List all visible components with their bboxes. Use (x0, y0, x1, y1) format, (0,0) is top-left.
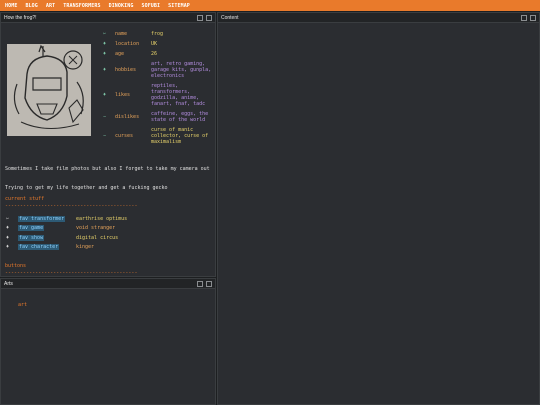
minimize-button[interactable] (521, 14, 527, 21)
fav-value: void stranger (76, 225, 116, 231)
info-key: dislikes (115, 114, 140, 120)
info-value: caffeine, eggs, the state of the world (151, 111, 209, 123)
info-row-dislikes: − dislikes caffeine, eggs, the state of … (103, 111, 213, 123)
nav-transformers[interactable]: TRANSFORMERS (63, 3, 100, 9)
fav-row-character: ♦ fav character kinger (6, 243, 186, 252)
nav-sitemap[interactable]: SITEMAP (168, 3, 190, 9)
diamond-icon: ♦ (6, 244, 10, 250)
profile-sketch-image (7, 44, 91, 136)
fav-value: earthrise optimus (76, 215, 128, 222)
fav-row-show: ♦ fav show digital circus (6, 233, 186, 242)
scissors-icon: ✂ (103, 31, 107, 37)
bio-paragraph-1: Sometimes I take film photos but also I … (5, 166, 210, 172)
top-nav: HOME BLOG ART TRANSFORMERS DINOKING SOFU… (0, 0, 540, 11)
diamond-icon: ♦ (103, 51, 107, 57)
diamond-icon: ♦ (103, 41, 107, 47)
info-value: 26 (151, 51, 158, 57)
info-row-hobbies: ♦ hobbies art, retro gaming, garage kits… (103, 61, 213, 79)
arts-window-titlebar[interactable]: Arts (1, 279, 215, 289)
nav-sofubi[interactable]: SOFUBI (141, 3, 160, 9)
minimize-button[interactable] (197, 14, 203, 21)
info-row-age: ♦ age 26 (103, 51, 213, 57)
divider: ----------------------------------------… (5, 203, 138, 209)
fav-label: fav character (18, 244, 60, 250)
info-key: location (115, 41, 140, 47)
maximize-button[interactable] (530, 14, 536, 21)
info-key: hobbies (115, 67, 137, 73)
fav-label: fav show (18, 234, 45, 241)
info-value: art, retro gaming, garage kits, gunpla, … (151, 61, 212, 79)
info-key: curses (115, 133, 134, 139)
profile-window-titlebar[interactable]: How the frog?! (1, 13, 215, 23)
profile-info: ✂ name frog ♦ location UK ♦ age 26 ♦ hob… (103, 31, 213, 149)
art-link[interactable]: art (18, 302, 27, 308)
scissors-icon: ✂ (6, 215, 10, 222)
info-row-curses: − curses curse of manic collector, curse… (103, 127, 213, 145)
info-value: UK (151, 41, 158, 47)
info-row-name: ✂ name frog (103, 31, 213, 37)
nav-home[interactable]: HOME (5, 3, 17, 9)
info-value: frog (151, 31, 164, 37)
nav-art[interactable]: ART (46, 3, 55, 9)
fav-row-transformer: ✂ fav transformer earthrise optimus (6, 214, 186, 223)
buttons-heading: buttons (5, 263, 27, 269)
diamond-icon: ♦ (6, 234, 10, 241)
diamond-icon: ♦ (103, 67, 107, 73)
content-window-titlebar[interactable]: Content (218, 13, 539, 23)
maximize-button[interactable] (206, 14, 212, 21)
minus-icon: − (103, 133, 107, 139)
nav-blog[interactable]: BLOG (25, 3, 37, 9)
info-value: reptiles, transformers, godzilla, anime,… (151, 83, 206, 107)
info-key: likes (115, 92, 131, 98)
info-row-likes: ♦ likes reptiles, transformers, godzilla… (103, 83, 213, 107)
info-value: curse of manic collector, curse of maxim… (151, 127, 209, 145)
minus-icon: − (103, 114, 107, 120)
info-key: name (115, 31, 128, 37)
fav-value: kinger (76, 244, 95, 250)
content-window: Content (217, 12, 540, 405)
nav-dinoking[interactable]: DINOKING (109, 3, 134, 9)
profile-window-title: How the frog?! (4, 14, 37, 21)
fav-list: ✂ fav transformer earthrise optimus ♦ fa… (6, 214, 186, 252)
bio-paragraph-2: Trying to get my life together and get a… (5, 185, 168, 191)
divider: ----------------------------------------… (5, 270, 138, 276)
info-row-location: ♦ location UK (103, 41, 213, 47)
diamond-icon: ♦ (6, 225, 10, 231)
diamond-icon: ♦ (103, 92, 107, 98)
arts-window-title: Arts (4, 280, 13, 287)
fav-row-game: ♦ fav game void stranger (6, 224, 186, 233)
arts-window: Arts (0, 278, 216, 405)
current-stuff-heading: current stuff (5, 196, 45, 202)
minimize-button[interactable] (197, 280, 203, 287)
content-window-title: Content (221, 14, 239, 21)
fav-label: fav game (18, 225, 45, 231)
fav-value: digital circus (76, 234, 119, 241)
info-key: age (115, 51, 125, 57)
maximize-button[interactable] (206, 280, 212, 287)
fav-label: fav transformer (18, 215, 66, 222)
